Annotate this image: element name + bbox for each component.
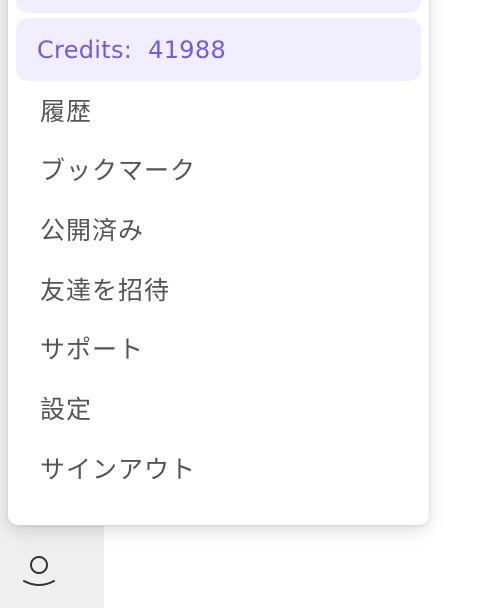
menu-item-history[interactable]: 履歴: [40, 92, 92, 132]
account-dropdown-menu: Credits: 41988 履歴 ブックマーク 公開済み 友達を招待 サポート…: [8, 0, 429, 525]
credits-display: Credits: 41988: [16, 18, 421, 81]
menu-item-published[interactable]: 公開済み: [40, 211, 144, 251]
profile-button[interactable]: [18, 548, 60, 592]
menu-item-settings[interactable]: 設定: [40, 390, 92, 430]
credits-label: Credits:: [37, 35, 133, 64]
user-icon: [23, 556, 55, 586]
page: Credits: 41988 履歴 ブックマーク 公開済み 友達を招待 サポート…: [0, 0, 478, 608]
menu-item-support[interactable]: サポート: [40, 330, 144, 370]
menu-item-bookmarks[interactable]: ブックマーク: [40, 151, 196, 191]
menu-item-invite-friends[interactable]: 友達を招待: [40, 271, 170, 311]
menu-item-sign-out[interactable]: サインアウト: [40, 450, 196, 490]
credits-value: 41988: [148, 35, 227, 64]
menu-item-partial[interactable]: [16, 0, 421, 13]
